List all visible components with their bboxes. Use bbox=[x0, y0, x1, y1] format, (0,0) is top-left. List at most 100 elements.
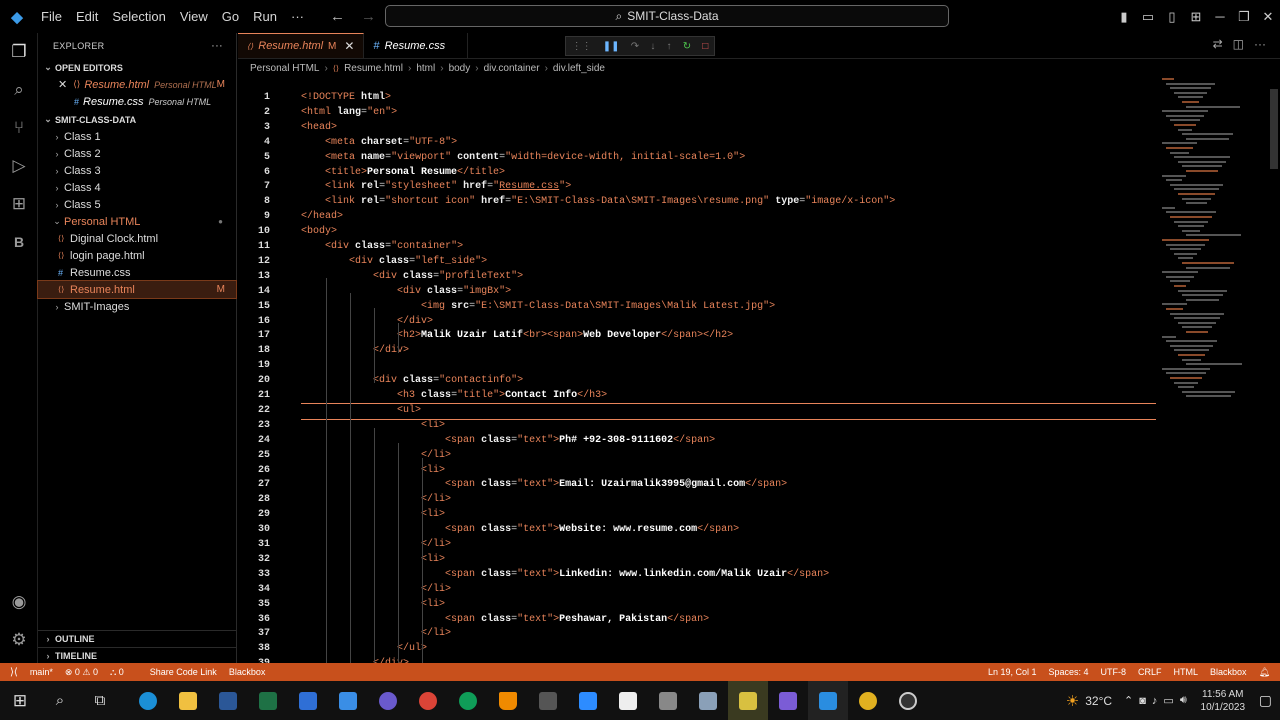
code-line[interactable]: 4 <meta charset="UTF-8"> bbox=[238, 135, 1158, 150]
code-line[interactable]: 26 <li> bbox=[238, 463, 1158, 478]
close-icon[interactable]: ✕ bbox=[344, 39, 354, 53]
more-actions-icon[interactable]: ··· bbox=[211, 40, 223, 52]
blackbox-icon[interactable]: B bbox=[0, 223, 38, 261]
run-debug-icon[interactable]: ▷ bbox=[0, 147, 38, 185]
code-line[interactable]: 2 <html lang="en"> bbox=[238, 105, 1158, 120]
code-line[interactable]: 30 <span class="text">Website: www.resum… bbox=[238, 522, 1158, 537]
code-line[interactable]: 18 </div> bbox=[238, 343, 1158, 358]
code-line[interactable]: 12 <div class="left_side"> bbox=[238, 254, 1158, 269]
close-icon[interactable]: ✕ bbox=[58, 78, 69, 91]
app-icon[interactable] bbox=[368, 681, 408, 720]
code-line[interactable]: 10 <body> bbox=[238, 224, 1158, 239]
back-arrow-icon[interactable]: ← bbox=[330, 8, 345, 25]
weather-temp[interactable]: 32°C bbox=[1085, 694, 1112, 708]
folder-class-2[interactable]: › Class 2 bbox=[38, 145, 236, 162]
git-branch[interactable]: main* bbox=[30, 667, 53, 677]
word-icon[interactable] bbox=[208, 681, 248, 720]
settings-gear-icon[interactable]: ⚙ bbox=[0, 621, 38, 659]
end-of-line[interactable]: CRLF bbox=[1138, 667, 1162, 677]
step-over-icon[interactable]: ↷ bbox=[631, 41, 639, 52]
language-mode[interactable]: HTML bbox=[1174, 667, 1199, 677]
breadcrumb-container[interactable]: div.container bbox=[484, 63, 540, 74]
file-resume-html[interactable]: ⟨⟩ Resume.html M bbox=[37, 280, 237, 299]
chrome-icon[interactable] bbox=[408, 681, 448, 720]
stop-icon[interactable]: □ bbox=[702, 41, 708, 52]
timeline-header[interactable]: › TIMELINE bbox=[38, 647, 237, 664]
weather-icon[interactable]: ☀ bbox=[1066, 692, 1079, 710]
obs-icon[interactable] bbox=[888, 681, 928, 720]
ports-indicator[interactable]: ⛬ 0 bbox=[110, 667, 124, 678]
code-line[interactable]: 8 <link rel="shortcut icon" href="E:\SMI… bbox=[238, 194, 1158, 209]
menu-run[interactable]: Run bbox=[246, 0, 284, 33]
file-diginal-clock[interactable]: ⟨⟩ Diginal Clock.html bbox=[38, 230, 236, 247]
code-line[interactable]: 19 bbox=[238, 358, 1158, 373]
code-line[interactable]: 23 <li> bbox=[238, 418, 1158, 433]
problems-indicator[interactable]: ⊗ 0 ⚠ 0 bbox=[65, 667, 98, 678]
code-line[interactable]: 38 </ul> bbox=[238, 641, 1158, 656]
open-editors-header[interactable]: ⌄ OPEN EDITORS bbox=[38, 59, 236, 76]
clock[interactable]: 11:56 AM 10/1/2023 bbox=[1193, 688, 1253, 714]
breadcrumb-folder[interactable]: Personal HTML bbox=[250, 63, 319, 74]
folder-class-1[interactable]: › Class 1 bbox=[38, 128, 236, 145]
open-editor-resume-html[interactable]: ✕ ⟨⟩ Resume.html Personal HTML M bbox=[38, 76, 236, 93]
accounts-icon[interactable]: ◉ bbox=[0, 583, 38, 621]
video-editor-icon[interactable] bbox=[528, 681, 568, 720]
text-editor-icon[interactable] bbox=[608, 681, 648, 720]
network-icon[interactable]: ▭ bbox=[1163, 694, 1173, 707]
code-line[interactable]: 24 <span class="text">Ph# +92-308-911160… bbox=[238, 433, 1158, 448]
code-line[interactable]: 11 <div class="container"> bbox=[238, 239, 1158, 254]
visual-studio-icon[interactable] bbox=[768, 681, 808, 720]
pause-icon[interactable]: ❚❚ bbox=[603, 41, 620, 52]
code-line[interactable]: 37 </li> bbox=[238, 626, 1158, 641]
code-line[interactable]: 29 <li> bbox=[238, 507, 1158, 522]
file-resume-css[interactable]: # Resume.css bbox=[38, 264, 236, 281]
toggle-secondary-sidebar-icon[interactable]: ▯ bbox=[1160, 9, 1184, 25]
encoding[interactable]: UTF-8 bbox=[1101, 667, 1127, 677]
tray-chevron-icon[interactable]: ⌃ bbox=[1124, 694, 1133, 707]
folder-class-5[interactable]: › Class 5 bbox=[38, 196, 236, 213]
code-line[interactable]: 13 <div class="profileText"> bbox=[238, 269, 1158, 284]
restore-button[interactable]: ❐ bbox=[1232, 9, 1256, 25]
tab-resume-html[interactable]: ⟨⟩ Resume.html M ✕ bbox=[238, 33, 365, 58]
code-line[interactable]: 6 <title>Personal Resume</title> bbox=[238, 165, 1158, 180]
menu-view[interactable]: View bbox=[173, 0, 215, 33]
code-line[interactable]: 25 </li> bbox=[238, 448, 1158, 463]
breadcrumb-body[interactable]: body bbox=[449, 63, 471, 74]
code-line[interactable]: 14 <div class="imgBx"> bbox=[238, 284, 1158, 299]
code-line[interactable]: 17 <h2>Malik Uzair Latif<br><span>Web De… bbox=[238, 328, 1158, 343]
code-line[interactable]: 28 </li> bbox=[238, 492, 1158, 507]
tab-resume-css[interactable]: # Resume.css bbox=[364, 33, 469, 58]
minimize-button[interactable]: ─ bbox=[1208, 9, 1232, 24]
menu-edit[interactable]: Edit bbox=[69, 0, 105, 33]
task-view-icon[interactable]: ⧉ bbox=[80, 681, 120, 720]
mail-icon[interactable] bbox=[328, 681, 368, 720]
code-line[interactable]: 3 <head> bbox=[238, 120, 1158, 135]
blackbox-status-left[interactable]: Blackbox bbox=[229, 667, 266, 677]
volume-icon[interactable]: 🔊︎ bbox=[1180, 694, 1187, 707]
search-icon[interactable]: ⌕ bbox=[40, 681, 80, 720]
code-line[interactable]: 27 <span class="text">Email: Uzairmalik3… bbox=[238, 477, 1158, 492]
customize-layout-icon[interactable]: ⊞ bbox=[1184, 9, 1208, 25]
indentation[interactable]: Spaces: 4 bbox=[1048, 667, 1088, 677]
code-line[interactable]: 22 <ul> bbox=[238, 403, 1158, 418]
folder-personal-html[interactable]: ⌄ Personal HTML ● bbox=[38, 213, 236, 230]
command-center-search[interactable]: ⌕ SMIT-Class-Data bbox=[385, 5, 949, 27]
split-editor-icon[interactable]: ◫ bbox=[1233, 37, 1244, 51]
file-login-page[interactable]: ⟨⟩ login page.html bbox=[38, 247, 236, 264]
extensions-icon[interactable]: ⊞ bbox=[0, 185, 38, 223]
code-line[interactable]: 20 <div class="contactinfo"> bbox=[238, 373, 1158, 388]
code-line[interactable]: 34 </li> bbox=[238, 582, 1158, 597]
file-explorer-icon[interactable] bbox=[168, 681, 208, 720]
code-line[interactable]: 32 <li> bbox=[238, 552, 1158, 567]
code-editor[interactable]: 1 <!DOCTYPE html> 2 <html lang="en"> 3 <head>… bbox=[238, 88, 1158, 698]
drag-handle-icon[interactable]: ⋮⋮ bbox=[572, 41, 592, 52]
code-line[interactable]: 33 <span class="text">Linkedin: www.link… bbox=[238, 567, 1158, 582]
store-icon[interactable] bbox=[288, 681, 328, 720]
code-line[interactable]: 36 <span class="text">Peshawar, Pakistan… bbox=[238, 612, 1158, 627]
code-line[interactable]: 21 <h3 class="title">Contact Info</h3> bbox=[238, 388, 1158, 403]
close-button[interactable]: ✕ bbox=[1256, 9, 1280, 25]
remote-icon[interactable]: ⟩⟨ bbox=[10, 667, 18, 678]
code-line[interactable]: 5 <meta name="viewport" content="width=d… bbox=[238, 150, 1158, 165]
more-actions-icon[interactable]: ··· bbox=[1254, 37, 1266, 51]
vlc-icon[interactable] bbox=[488, 681, 528, 720]
